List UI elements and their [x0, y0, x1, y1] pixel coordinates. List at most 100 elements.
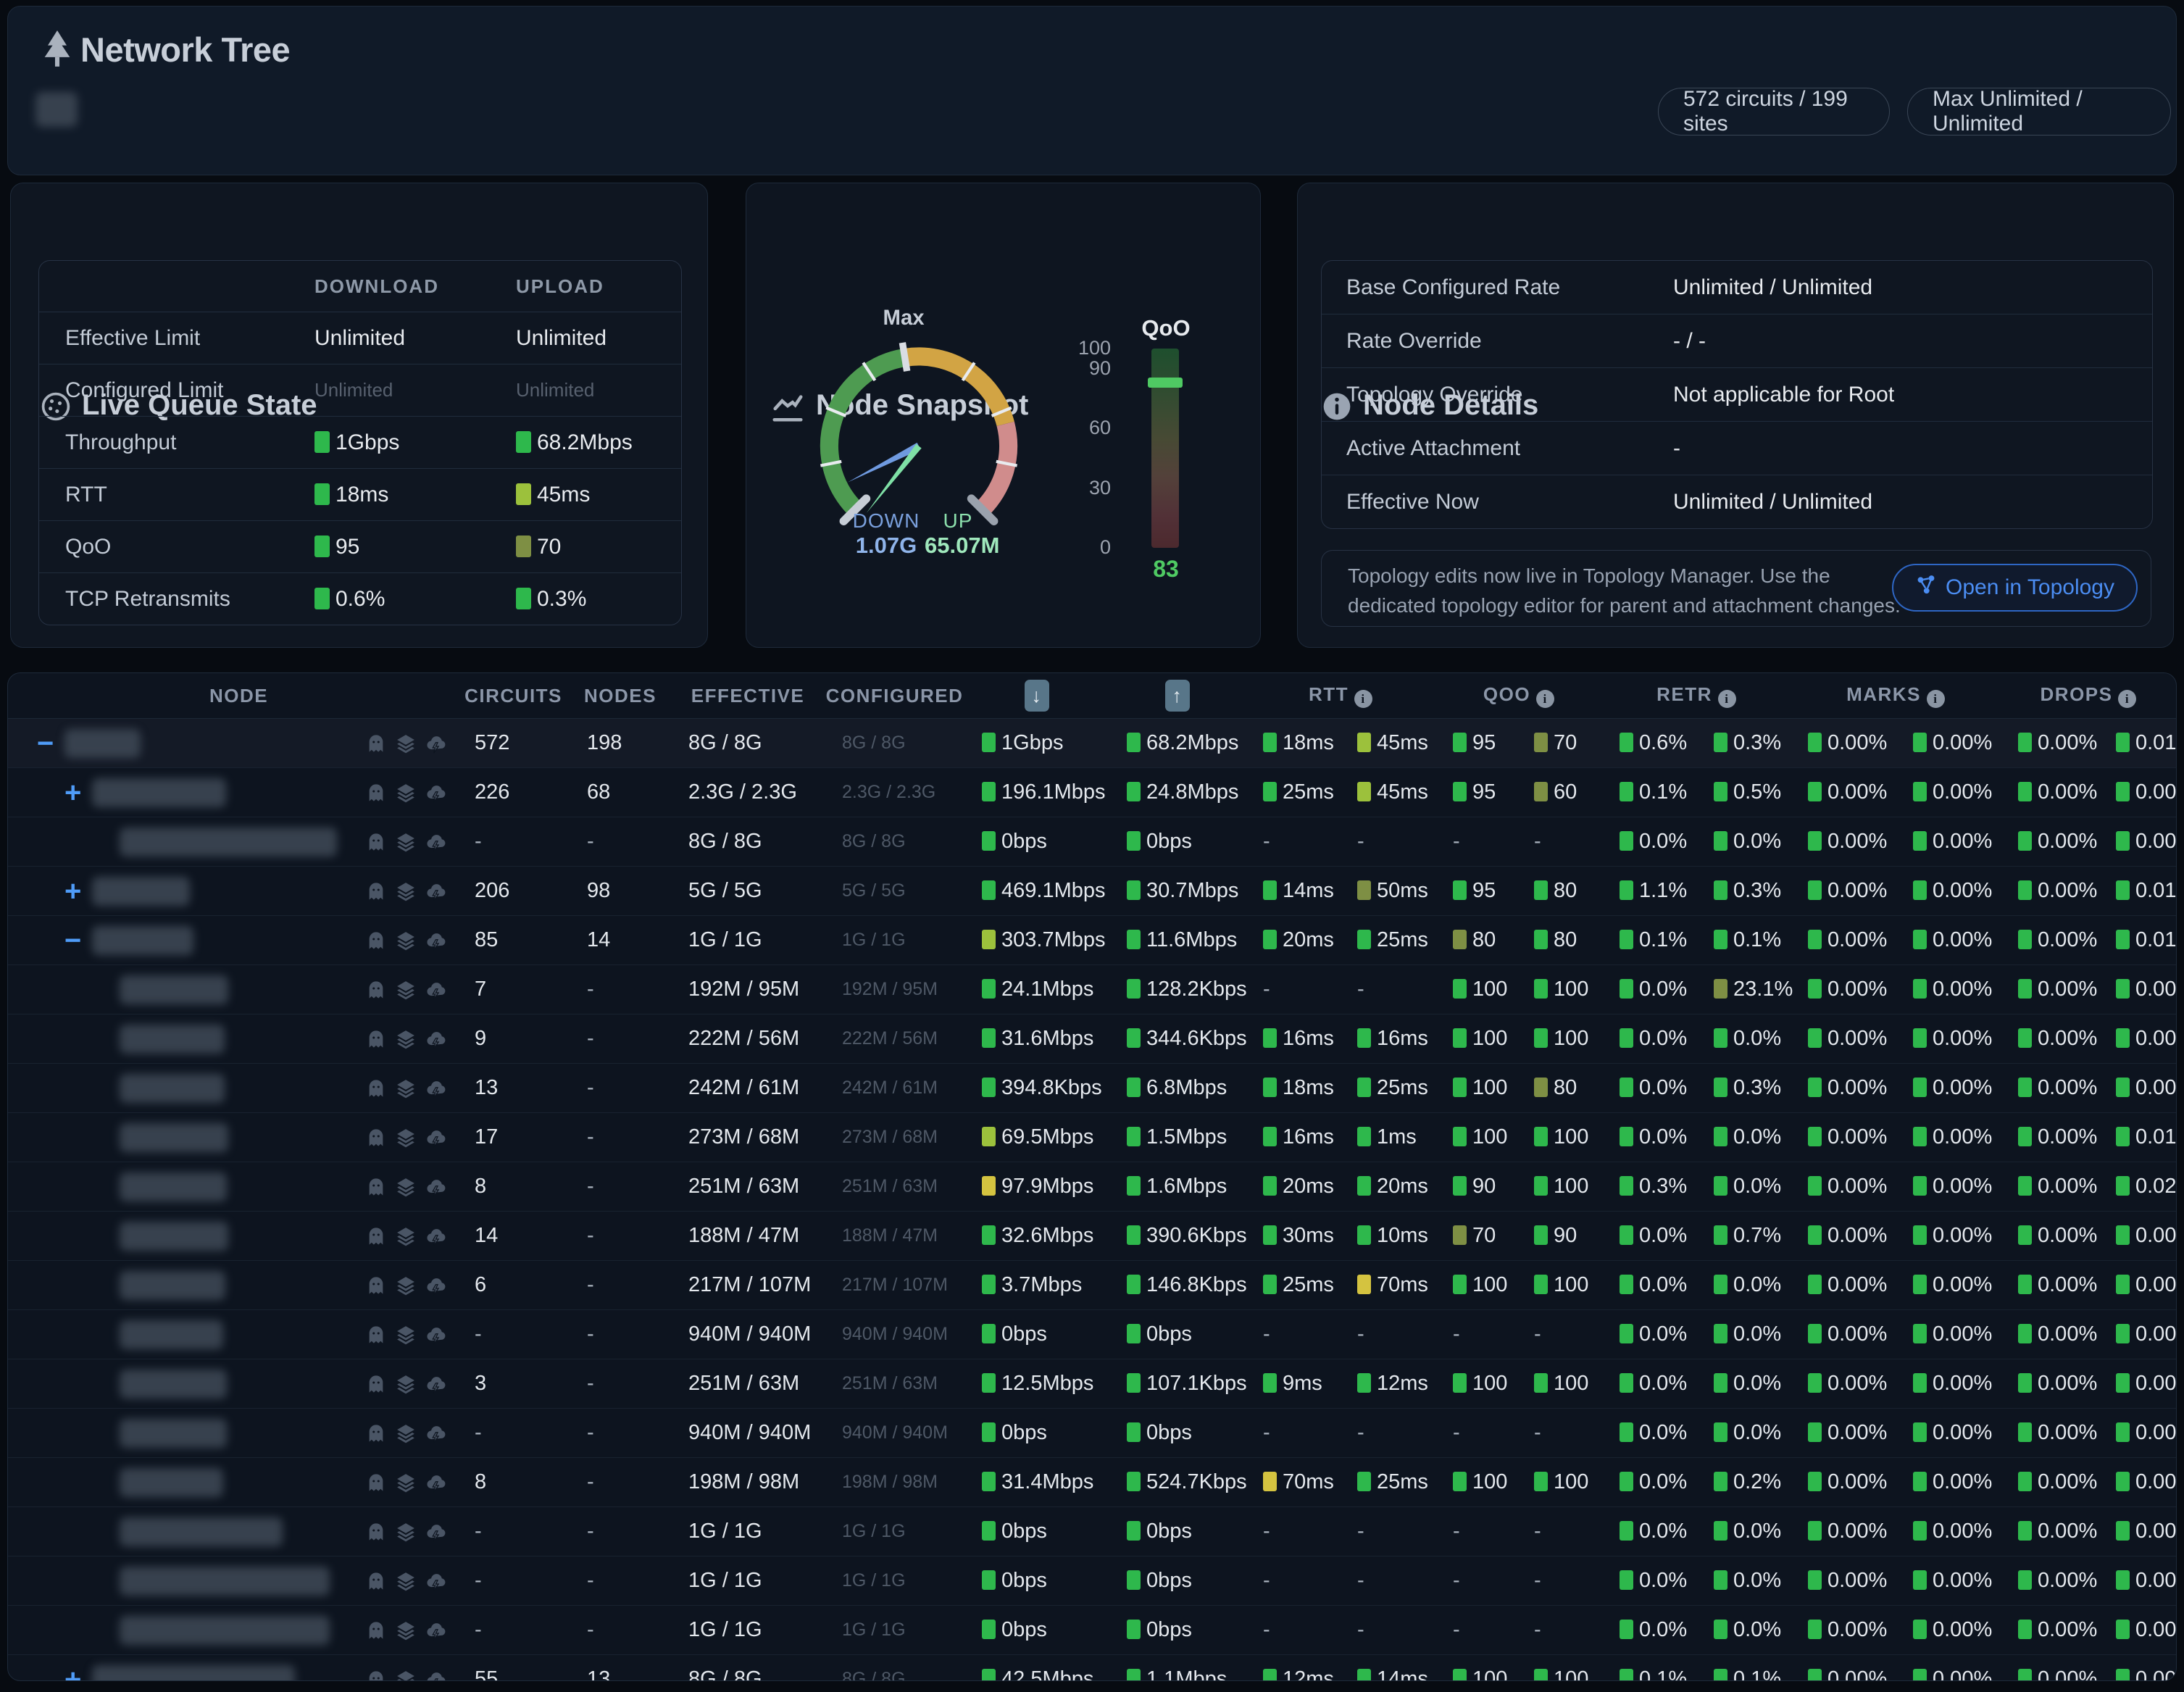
qoo-down-cell: 100	[1435, 1372, 1517, 1396]
drops-down-cell: 0.00%	[2001, 780, 2098, 804]
col-effective[interactable]: EFFECTIVE	[671, 685, 825, 707]
nodes-cell: -	[570, 1520, 671, 1543]
status-square	[1127, 831, 1141, 851]
table-row[interactable]: 9-222M / 56M222M / 56M31.6Mbps344.6Kbps1…	[8, 1014, 2176, 1064]
status-square	[1127, 782, 1141, 801]
up-cell: 11.6Mbps	[1109, 928, 1246, 952]
expand-toggle[interactable]: +	[64, 1665, 92, 1682]
up-cell: 0bps	[1109, 1322, 1246, 1346]
col-node[interactable]: NODE	[8, 685, 457, 707]
col-configured[interactable]: CONFIGURED	[825, 685, 964, 707]
status-square	[1808, 1373, 1822, 1393]
node-name-redacted	[120, 1172, 227, 1201]
marks-down-cell: 0.00%	[1791, 978, 1896, 1001]
col-circuits[interactable]: CIRCUITS	[457, 685, 570, 707]
table-row[interactable]: 7-192M / 95M192M / 95M24.1Mbps128.2Kbps-…	[8, 965, 2176, 1014]
status-square	[2018, 831, 2032, 851]
upload-column-header: UPLOAD	[507, 275, 681, 298]
expand-toggle[interactable]: +	[64, 877, 92, 906]
col-drops[interactable]: DROPSi	[2001, 683, 2176, 709]
collapse-toggle[interactable]: −	[64, 926, 92, 955]
rtt-info-icon[interactable]: i	[1354, 690, 1372, 708]
marks-down-cell: 0.00%	[1791, 879, 1896, 903]
col-rtt[interactable]: RTTi	[1246, 683, 1435, 709]
status-square	[1714, 1472, 1727, 1491]
table-row[interactable]: 8-198M / 98M198M / 98M31.4Mbps524.7Kbps7…	[8, 1458, 2176, 1507]
nodes-cell: -	[570, 978, 671, 1001]
qoo-info-icon[interactable]: i	[1536, 690, 1554, 708]
down-cell: 394.8Kbps	[964, 1076, 1109, 1100]
col-retr[interactable]: RETRi	[1602, 683, 1791, 709]
table-row[interactable]: +206985G / 5G5G / 5G469.1Mbps30.7Mbps14m…	[8, 867, 2176, 916]
col-nodes[interactable]: NODES	[570, 685, 671, 707]
qoo-down-cell: 95	[1435, 780, 1517, 804]
effective-cell: 222M / 56M	[671, 1027, 825, 1051]
table-row[interactable]: 14-188M / 47M188M / 47M32.6Mbps390.6Kbps…	[8, 1212, 2176, 1261]
status-square	[516, 588, 531, 609]
status-square	[314, 431, 330, 453]
drops-down-cell: 0.00%	[2001, 1421, 2098, 1445]
col-upload[interactable]: ↑	[1109, 680, 1246, 712]
table-row[interactable]: --1G / 1G1G / 1G0bps0bps----0.0%0.0%0.00…	[8, 1606, 2176, 1655]
metric-label: RTT	[39, 483, 306, 507]
effective-cell: 8G / 8G	[671, 731, 825, 755]
retr-up-cell: 0.0%	[1696, 1125, 1791, 1149]
status-square	[1127, 1570, 1141, 1590]
table-row[interactable]: 13-242M / 61M242M / 61M394.8Kbps6.8Mbps1…	[8, 1064, 2176, 1113]
cloud-lightning-icon	[425, 1472, 447, 1493]
col-qoo[interactable]: QOOi	[1435, 683, 1602, 709]
col-marks[interactable]: MARKSi	[1791, 683, 2001, 709]
open-in-topology-button[interactable]: Open in Topology	[1892, 564, 2138, 612]
table-row[interactable]: --8G / 8G8G / 8G0bps0bps----0.0%0.0%0.00…	[8, 817, 2176, 867]
qoo-down-cell: 70	[1435, 1224, 1517, 1248]
table-row[interactable]: --940M / 940M940M / 940M0bps0bps----0.0%…	[8, 1310, 2176, 1359]
retr-info-icon[interactable]: i	[1718, 690, 1736, 708]
node-name-redacted	[92, 1665, 295, 1682]
drops-up-cell: 0.00%	[2098, 1322, 2176, 1346]
status-square	[1913, 979, 1927, 999]
up-cell: 107.1Kbps	[1109, 1372, 1246, 1396]
status-square	[982, 930, 996, 949]
table-row[interactable]: 3-251M / 63M251M / 63M12.5Mbps107.1Kbps9…	[8, 1359, 2176, 1409]
drops-info-icon[interactable]: i	[2118, 690, 2136, 708]
table-row[interactable]: --1G / 1G1G / 1G0bps0bps----0.0%0.0%0.00…	[8, 1556, 2176, 1606]
expand-toggle[interactable]: +	[64, 778, 92, 807]
table-row[interactable]: +226682.3G / 2.3G2.3G / 2.3G196.1Mbps24.…	[8, 768, 2176, 817]
table-row[interactable]: +55138G / 8G8G / 8G42.5Mbps1.1Mbps12ms14…	[8, 1655, 2176, 1681]
status-square	[2018, 1570, 2032, 1590]
table-row[interactable]: --1G / 1G1G / 1G0bps0bps----0.0%0.0%0.00…	[8, 1507, 2176, 1556]
qoo-bar-title: QoO	[1133, 315, 1199, 341]
qoo-value-marker	[1148, 378, 1183, 388]
table-row[interactable]: 8-251M / 63M251M / 63M97.9Mbps1.6Mbps20m…	[8, 1162, 2176, 1212]
configured-cell: 1G / 1G	[825, 930, 964, 951]
collapse-toggle[interactable]: −	[37, 729, 64, 758]
table-row[interactable]: 17-273M / 68M273M / 68M69.5Mbps1.5Mbps16…	[8, 1113, 2176, 1162]
table-row[interactable]: 6-217M / 107M217M / 107M3.7Mbps146.8Kbps…	[8, 1261, 2176, 1310]
qoo-up-cell: 100	[1517, 1273, 1602, 1297]
status-square	[516, 535, 531, 557]
max-limits-badge: Max Unlimited / Unlimited	[1907, 88, 2171, 136]
col-download[interactable]: ↓	[964, 680, 1109, 712]
status-square	[982, 979, 996, 999]
live-queue-row: Effective LimitUnlimitedUnlimited	[39, 312, 681, 364]
status-square	[1453, 1176, 1467, 1196]
status-square	[982, 1521, 996, 1541]
gauge-down-readout: DOWN 1.07G	[846, 509, 926, 559]
gauge-up-needle	[867, 444, 922, 513]
up-cell: 0bps	[1109, 1618, 1246, 1642]
cloud-lightning-icon	[425, 1373, 447, 1395]
marks-info-icon[interactable]: i	[1927, 690, 1945, 708]
drops-down-cell: 0.00%	[2001, 1224, 2098, 1248]
status-square	[2018, 1127, 2032, 1146]
table-row[interactable]: −85141G / 1G1G / 1G303.7Mbps11.6Mbps20ms…	[8, 916, 2176, 965]
table-row[interactable]: −5721988G / 8G8G / 8G1Gbps68.2Mbps18ms45…	[8, 719, 2176, 768]
status-square	[516, 431, 531, 453]
table-row[interactable]: --940M / 940M940M / 940M0bps0bps----0.0%…	[8, 1409, 2176, 1458]
configured-cell: 251M / 63M	[825, 1176, 964, 1197]
down-cell: 0bps	[964, 1569, 1109, 1593]
drops-up-cell: 0.00%	[2098, 1667, 2176, 1681]
nodes-cell: -	[570, 1470, 671, 1494]
detail-row: Base Configured RateUnlimited / Unlimite…	[1322, 261, 2152, 314]
status-square	[1534, 1275, 1548, 1294]
rtt-up-cell: 14ms	[1340, 1667, 1435, 1681]
